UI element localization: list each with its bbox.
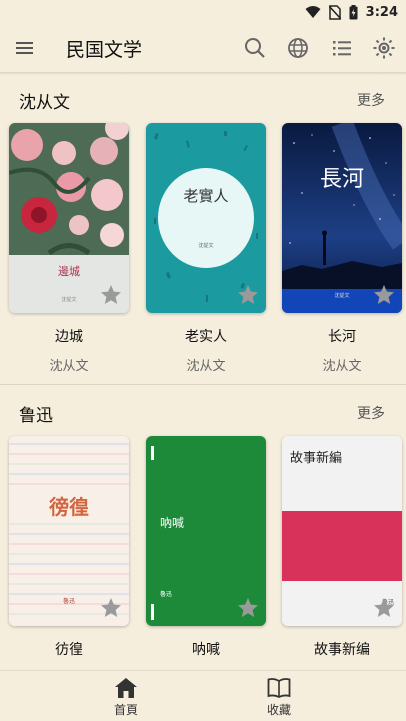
cover-title: 老實人 [183,187,228,205]
cover-title: 長河 [320,167,364,192]
app-bar: 民国文学 [0,24,406,72]
book-card-gushixinbian[interactable]: 故事新編 魯迅 故事新编 鲁迅 [282,436,402,687]
section-title: 沈从文 [19,93,70,113]
book-title: 边城 [55,329,83,345]
search-icon[interactable] [243,36,267,60]
nav-favorites[interactable]: 收藏 [239,677,319,718]
book-title: 彷徨 [55,642,83,658]
book-cover[interactable]: 老實人 沈從文 [146,123,266,313]
status-bar: 3:24 [0,0,406,24]
book-cover[interactable]: 邊城 沈從文 [9,123,129,313]
bottom-nav: 首頁 收藏 [0,670,406,721]
book-card-nahan[interactable]: 吶喊 魯迅 呐喊 鲁迅 [146,436,266,687]
section-title: 鲁迅 [19,406,53,426]
nav-home-label: 首頁 [113,703,138,717]
no-sim-icon [328,4,341,20]
section-header-shen-congwen: 沈从文 更多 [0,88,406,118]
star-icon[interactable] [99,596,123,620]
globe-icon[interactable] [286,36,310,60]
cover-author: 沈從文 [334,292,349,299]
menu-icon[interactable] [14,38,36,58]
cover-author: 沈從文 [61,296,76,303]
cover-author: 沈從文 [198,242,213,249]
book-cover[interactable]: 故事新編 魯迅 [282,436,402,626]
star-icon[interactable] [99,283,123,307]
star-icon[interactable] [372,596,396,620]
book-cover[interactable]: 長河 沈從文 [282,123,402,313]
nav-favorites-label: 收藏 [266,703,291,717]
brightness-icon[interactable] [372,36,396,60]
home-icon [115,678,137,698]
more-button[interactable]: 更多 [357,403,385,423]
book-title: 呐喊 [192,642,220,658]
app-title: 民国文学 [66,39,143,61]
cover-title: 吶喊 [160,515,184,530]
book-open-icon [267,678,291,699]
status-time: 3:24 [365,4,398,20]
cover-title: 邊城 [58,264,80,278]
cover-title: 徬徨 [49,495,89,519]
star-icon[interactable] [372,283,396,307]
book-cover[interactable]: 吶喊 魯迅 [146,436,266,626]
book-cover[interactable]: 徬徨 魯迅 [9,436,129,626]
more-button[interactable]: 更多 [357,90,385,110]
cover-author: 魯迅 [160,590,172,598]
book-card-biancheng[interactable]: 邊城 沈從文 边城 沈从文 [9,123,129,374]
book-author: 沈从文 [322,359,362,374]
book-title: 故事新编 [314,642,370,658]
section-divider [0,384,406,385]
battery-icon [349,4,358,19]
book-author: 沈从文 [49,359,89,374]
section-header-lu-xun: 鲁迅 更多 [0,401,406,431]
app-bar-shadow [0,72,406,75]
book-card-changhe[interactable]: 長河 沈從文 长河 沈从文 [282,123,402,374]
star-icon[interactable] [236,596,260,620]
book-author: 沈从文 [186,359,226,374]
cover-author: 魯迅 [63,597,75,605]
book-card-laoshiren[interactable]: 老實人 沈從文 老实人 沈从文 [146,123,266,374]
wifi-icon [305,6,321,18]
star-icon[interactable] [236,283,260,307]
nav-home[interactable]: 首頁 [86,677,166,718]
book-title: 老实人 [185,329,227,345]
cover-title: 故事新編 [290,450,342,466]
book-card-panghuang[interactable]: 徬徨 魯迅 彷徨 鲁迅 [9,436,129,687]
book-title: 长河 [328,329,356,345]
list-icon[interactable] [330,36,354,60]
